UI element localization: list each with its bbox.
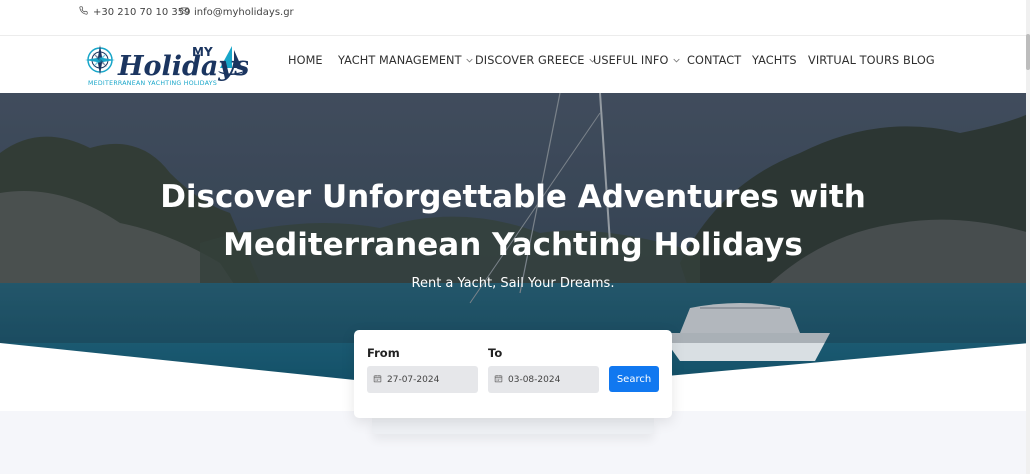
from-date-input[interactable]: 27-07-2024 <box>367 366 478 393</box>
card-shadow <box>372 418 654 434</box>
phone-icon <box>79 6 88 18</box>
email-link[interactable]: info@myholidays.gr <box>180 6 294 18</box>
logo-tagline: MEDITERRANEAN YACHTING HOLIDAYS <box>88 80 217 87</box>
to-date-value: 03-08-2024 <box>508 374 561 385</box>
chevron-down-icon <box>466 58 473 63</box>
nav-yacht-management[interactable]: YACHT MANAGEMENT <box>338 54 473 67</box>
search-button[interactable]: Search <box>609 366 659 392</box>
chevron-down-icon <box>672 58 680 63</box>
logo-name: Holidays <box>117 51 248 82</box>
nav-blog[interactable]: BLOG <box>903 54 935 67</box>
site-header: MY Holidays MEDITERRANEAN YACHTING HOLID… <box>0 36 1030 93</box>
nav-home[interactable]: HOME <box>288 54 323 67</box>
calendar-icon <box>494 374 503 386</box>
scrollbar-thumb[interactable] <box>1026 34 1030 70</box>
nav-yachts[interactable]: YACHTS <box>752 54 797 67</box>
page: +30 210 70 10 359 info@myholidays.gr MY … <box>0 0 1030 474</box>
nav-contact[interactable]: CONTACT <box>687 54 741 67</box>
phone-number: +30 210 70 10 359 <box>93 6 191 18</box>
hero-subtitle: Rent a Yacht, Sail Your Dreams. <box>411 276 615 291</box>
email-address: info@myholidays.gr <box>194 6 294 18</box>
nav-virtual-tours[interactable]: VIRTUAL TOURS <box>808 54 899 67</box>
hero-title: Discover Unforgettable Adventures with M… <box>160 179 866 263</box>
from-date-value: 27-07-2024 <box>387 374 440 385</box>
mail-icon <box>180 6 189 18</box>
from-label: From <box>367 346 400 360</box>
scrollbar-track[interactable] <box>1026 0 1030 474</box>
nav-discover-greece[interactable]: DISCOVER GREECE <box>475 54 596 67</box>
site-logo[interactable]: MY Holidays MEDITERRANEAN YACHTING HOLID… <box>84 42 249 88</box>
booking-search-card: From To 27-07-2024 03-08-2024 Search <box>354 330 672 418</box>
nav-useful-info[interactable]: USEFUL INFO <box>593 54 680 67</box>
to-date-input[interactable]: 03-08-2024 <box>488 366 599 393</box>
compass-icon <box>85 45 115 75</box>
contact-bar: +30 210 70 10 359 info@myholidays.gr <box>0 0 1030 36</box>
phone-link[interactable]: +30 210 70 10 359 <box>79 6 190 18</box>
calendar-icon <box>373 374 382 386</box>
to-label: To <box>488 346 503 360</box>
